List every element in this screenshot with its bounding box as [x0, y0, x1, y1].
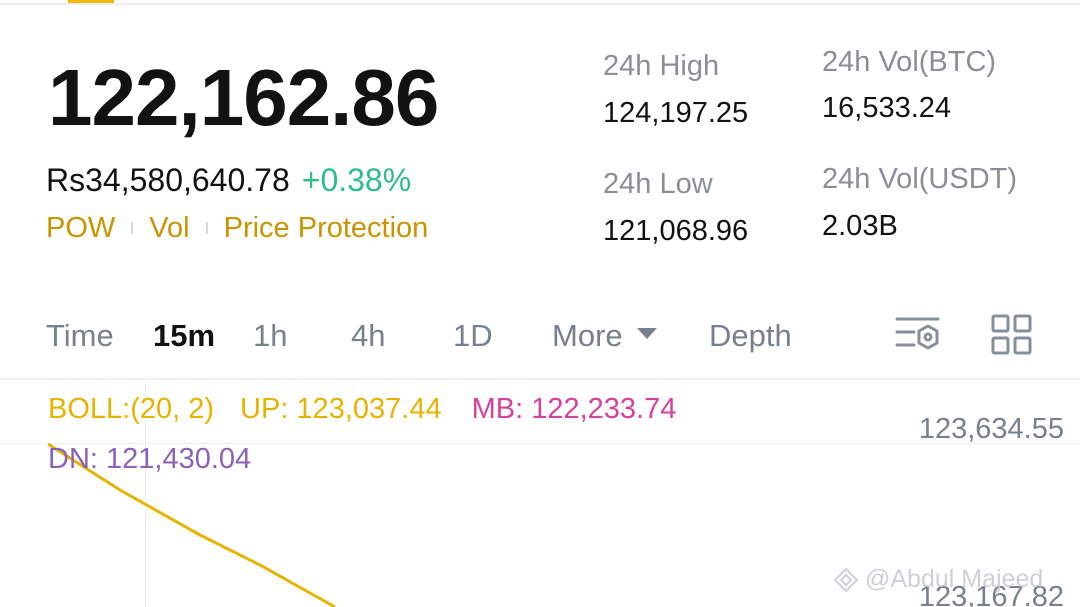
- last-price: 122,162.86: [48, 53, 439, 142]
- watermark: @Abdul Majeed: [833, 565, 1043, 594]
- tag-pow[interactable]: POW: [46, 211, 115, 245]
- fiat-price: Rs34,580,640.78: [46, 162, 290, 198]
- vol-btc-label: 24h Vol(BTC): [822, 46, 997, 78]
- vol-usdt-label: 24h Vol(USDT): [822, 163, 1018, 195]
- vol-usdt-value: 2.03B: [822, 210, 898, 242]
- tab-more-label: More: [552, 318, 623, 353]
- layout-button[interactable]: [990, 313, 1034, 357]
- tab-1h[interactable]: 1h: [253, 316, 287, 356]
- boll-label: BOLL:(20, 2): [48, 393, 215, 425]
- boll-dn: DN: 121,430.04: [48, 443, 252, 475]
- indicator-settings-icon: [895, 317, 940, 350]
- low-value: 121,068.96: [603, 215, 749, 247]
- tab-4h[interactable]: 4h: [351, 316, 385, 356]
- binance-logo-icon: [833, 567, 859, 592]
- tag-vol[interactable]: Vol: [149, 211, 189, 245]
- boll-up: UP: 123,037.44: [240, 393, 442, 425]
- tab-more[interactable]: More: [552, 316, 657, 356]
- tag-price-protection[interactable]: Price Protection: [224, 211, 429, 245]
- low-label: 24h Low: [603, 168, 713, 200]
- grid-layout-icon: [991, 314, 1032, 355]
- tag-separator: [131, 222, 134, 234]
- boll-mb: MB: 122,233.74: [471, 393, 677, 425]
- high-label: 24h High: [603, 50, 720, 82]
- indicator-settings-button[interactable]: [894, 314, 942, 356]
- price-change-percent: +0.38%: [301, 162, 412, 198]
- tab-time[interactable]: Time: [46, 316, 114, 356]
- price-axis-label: 123,634.55: [918, 413, 1064, 445]
- fiat-row: Rs34,580,640.78 +0.38%: [46, 162, 411, 198]
- tab-15m[interactable]: 15m: [153, 316, 215, 356]
- boll-legend: BOLL:(20, 2) UP: 123,037.44 MB: 122,233.74: [48, 392, 676, 426]
- tab-1d[interactable]: 1D: [453, 316, 493, 356]
- active-tab-indicator: [68, 0, 114, 3]
- tag-separator: [205, 222, 208, 234]
- caret-down-icon: [636, 328, 657, 340]
- vol-btc-value: 16,533.24: [822, 92, 952, 124]
- top-divider: [0, 3, 1080, 5]
- tab-depth[interactable]: Depth: [709, 316, 792, 356]
- high-value: 124,197.25: [603, 97, 749, 129]
- asset-tags: POW Vol Price Protection: [46, 211, 428, 245]
- watermark-text: @Abdul Majeed: [865, 565, 1044, 593]
